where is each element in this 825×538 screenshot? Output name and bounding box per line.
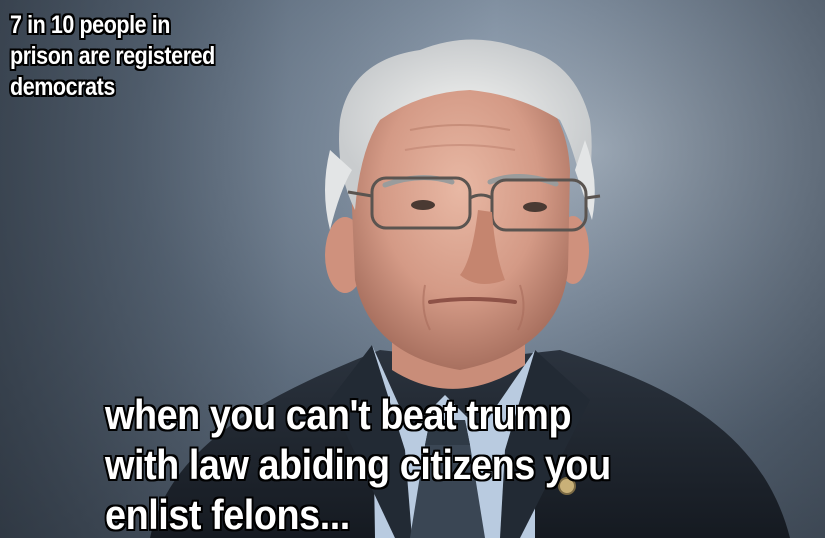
bottom-caption: when you can't beat trump with law abidi… (105, 391, 611, 538)
top-caption: 7 in 10 people in prison are registered … (10, 11, 215, 101)
meme-image: 7 in 10 people in prison are registered … (0, 0, 825, 538)
